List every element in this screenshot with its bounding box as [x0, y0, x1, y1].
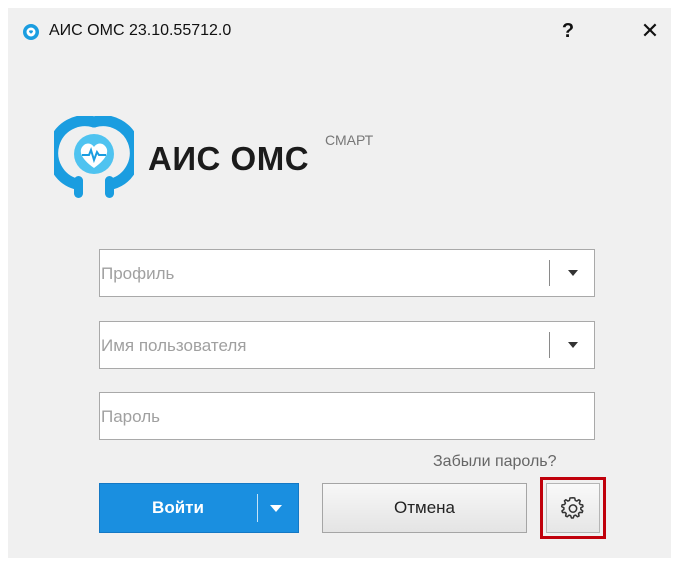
app-icon	[23, 24, 39, 40]
username-placeholder: Имя пользователя	[101, 336, 247, 355]
title-bar: АИС ОМС 23.10.55712.0 ? ✕	[8, 8, 671, 52]
brand-logo	[54, 116, 134, 198]
login-window: АИС ОМС 23.10.55712.0 ? ✕ АИС ОМС СМАРТ …	[8, 8, 671, 558]
login-button-label: Войти	[152, 498, 204, 517]
username-combobox[interactable]: Имя пользователя	[99, 321, 595, 369]
cancel-button[interactable]: Отмена	[322, 483, 527, 533]
brand-edition: СМАРТ	[325, 132, 374, 148]
password-field[interactable]: Пароль	[99, 392, 595, 440]
profile-placeholder: Профиль	[101, 264, 175, 283]
profile-combobox[interactable]: Профиль	[99, 249, 595, 297]
dropdown-separator	[549, 260, 550, 286]
split-separator	[257, 494, 258, 522]
chevron-down-icon[interactable]	[568, 270, 578, 276]
forgot-password-link[interactable]: Забыли пароль?	[433, 453, 557, 471]
dropdown-separator	[549, 332, 550, 358]
settings-button[interactable]	[546, 483, 600, 533]
password-placeholder: Пароль	[101, 407, 160, 426]
close-button[interactable]: ✕	[638, 18, 662, 44]
window-title: АИС ОМС 23.10.55712.0	[49, 22, 232, 39]
login-button[interactable]: Войти	[99, 483, 299, 533]
settings-highlight	[540, 477, 606, 539]
chevron-down-icon[interactable]	[568, 342, 578, 348]
help-button[interactable]: ?	[557, 18, 579, 44]
chevron-down-icon[interactable]	[270, 505, 282, 512]
gear-icon	[560, 496, 584, 519]
brand-name: АИС ОМС	[148, 140, 310, 177]
